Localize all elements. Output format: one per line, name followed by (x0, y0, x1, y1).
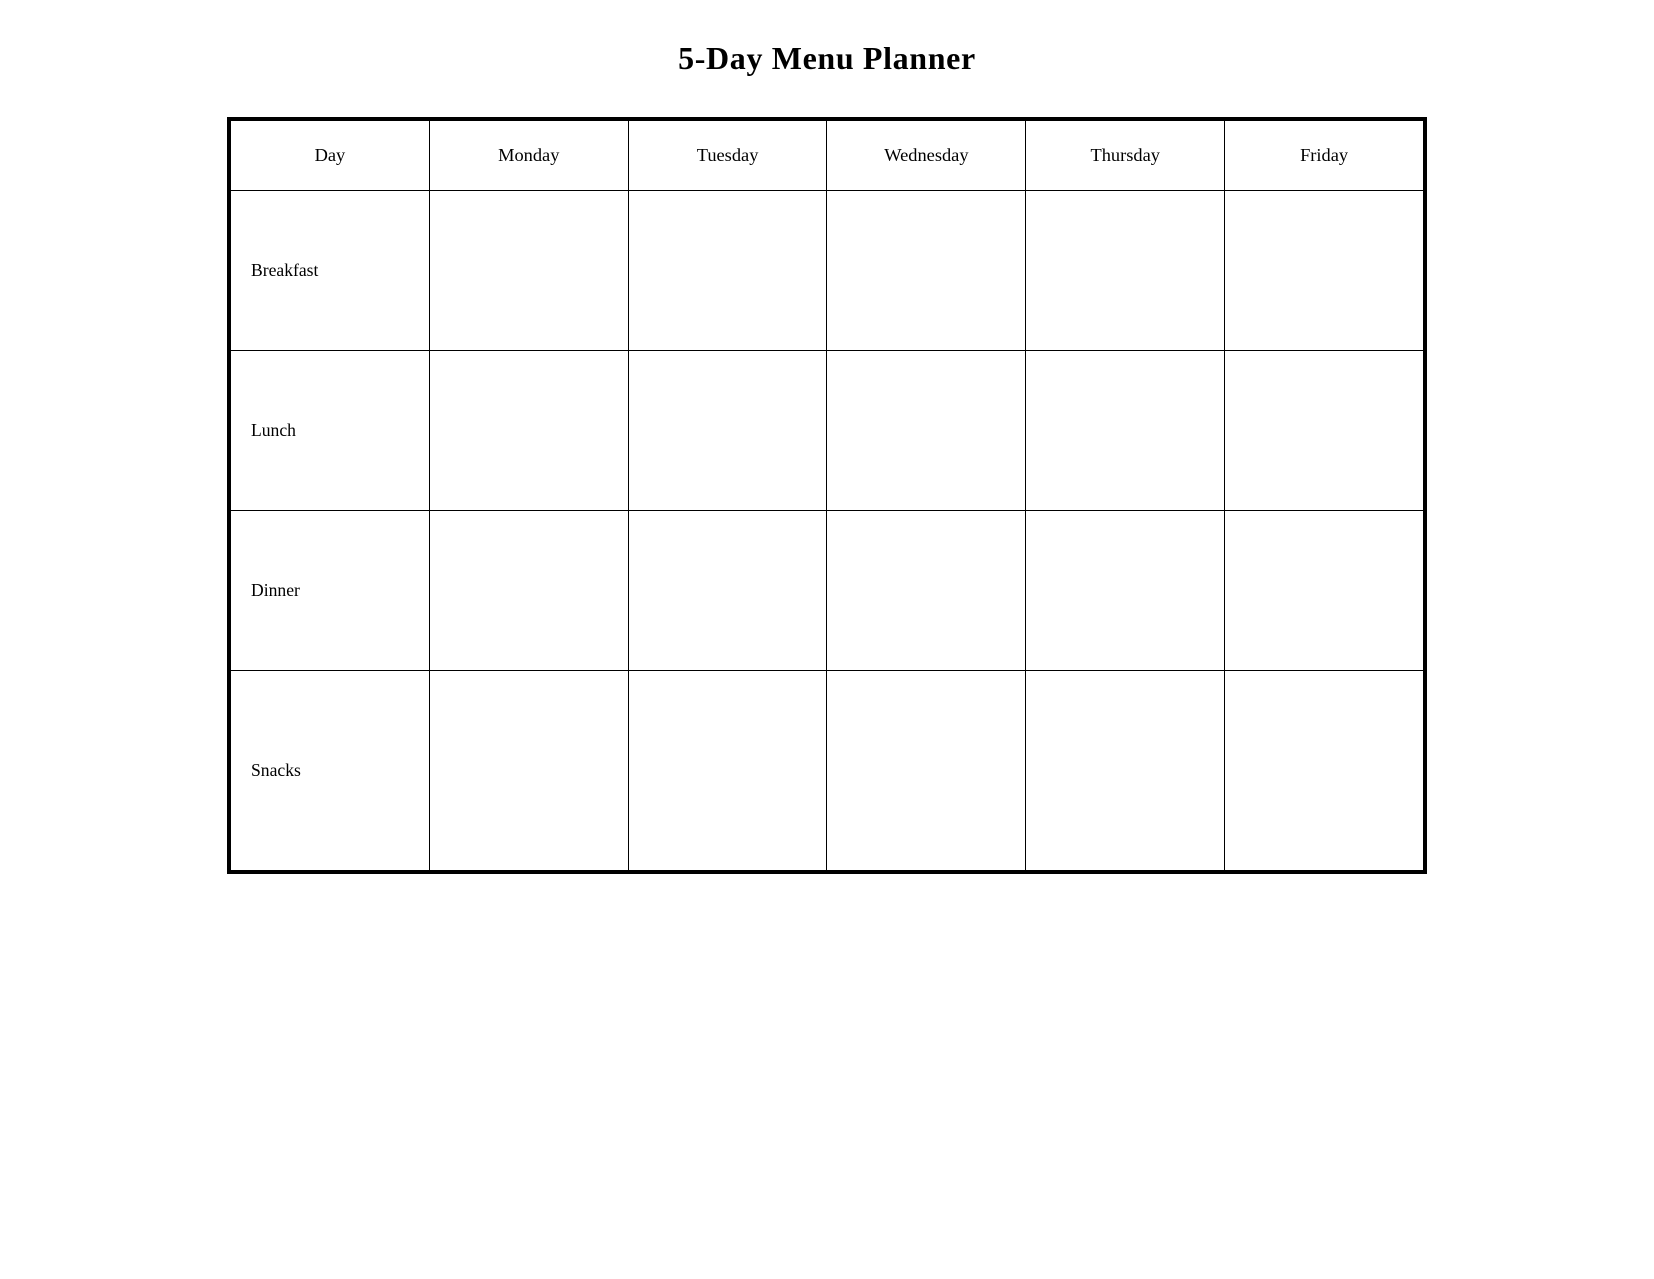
breakfast-row: Breakfast (231, 191, 1424, 351)
col-header-friday: Friday (1225, 121, 1424, 191)
dinner-row: Dinner (231, 511, 1424, 671)
snacks-thursday-cell[interactable] (1026, 671, 1225, 871)
lunch-monday-cell[interactable] (429, 351, 628, 511)
dinner-monday-cell[interactable] (429, 511, 628, 671)
snacks-friday-cell[interactable] (1225, 671, 1424, 871)
col-header-tuesday: Tuesday (628, 121, 827, 191)
snacks-monday-cell[interactable] (429, 671, 628, 871)
lunch-thursday-cell[interactable] (1026, 351, 1225, 511)
col-header-wednesday: Wednesday (827, 121, 1026, 191)
breakfast-friday-cell[interactable] (1225, 191, 1424, 351)
snacks-wednesday-cell[interactable] (827, 671, 1026, 871)
lunch-friday-cell[interactable] (1225, 351, 1424, 511)
breakfast-wednesday-cell[interactable] (827, 191, 1026, 351)
breakfast-thursday-cell[interactable] (1026, 191, 1225, 351)
breakfast-label: Breakfast (231, 191, 430, 351)
lunch-tuesday-cell[interactable] (628, 351, 827, 511)
dinner-wednesday-cell[interactable] (827, 511, 1026, 671)
breakfast-monday-cell[interactable] (429, 191, 628, 351)
col-header-monday: Monday (429, 121, 628, 191)
snacks-tuesday-cell[interactable] (628, 671, 827, 871)
col-header-day: Day (231, 121, 430, 191)
dinner-tuesday-cell[interactable] (628, 511, 827, 671)
page-title: 5-Day Menu Planner (678, 40, 976, 77)
col-header-thursday: Thursday (1026, 121, 1225, 191)
dinner-thursday-cell[interactable] (1026, 511, 1225, 671)
lunch-wednesday-cell[interactable] (827, 351, 1026, 511)
snacks-row: Snacks (231, 671, 1424, 871)
header-row: Day Monday Tuesday Wednesday Thursday Fr… (231, 121, 1424, 191)
dinner-label: Dinner (231, 511, 430, 671)
menu-planner-table: Day Monday Tuesday Wednesday Thursday Fr… (230, 120, 1424, 871)
lunch-row: Lunch (231, 351, 1424, 511)
dinner-friday-cell[interactable] (1225, 511, 1424, 671)
snacks-label: Snacks (231, 671, 430, 871)
breakfast-tuesday-cell[interactable] (628, 191, 827, 351)
lunch-label: Lunch (231, 351, 430, 511)
planner-table-wrapper: Day Monday Tuesday Wednesday Thursday Fr… (227, 117, 1427, 874)
